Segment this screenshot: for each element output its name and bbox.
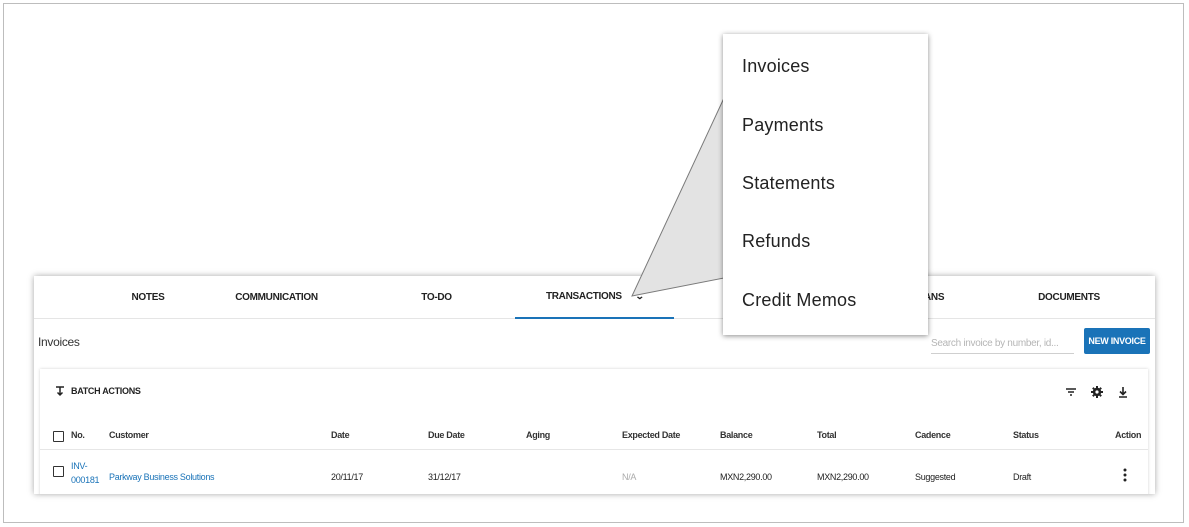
callout-pointer: [631, 97, 725, 297]
menu-item-refunds[interactable]: Refunds: [742, 231, 810, 252]
menu-item-payments[interactable]: Payments: [742, 115, 824, 136]
menu-item-invoices[interactable]: Invoices: [742, 56, 810, 77]
menu-item-credit-memos[interactable]: Credit Memos: [742, 290, 856, 311]
menu-item-statements[interactable]: Statements: [742, 173, 835, 194]
transactions-dropdown-menu: Invoices Payments Statements Refunds Cre…: [723, 34, 928, 335]
